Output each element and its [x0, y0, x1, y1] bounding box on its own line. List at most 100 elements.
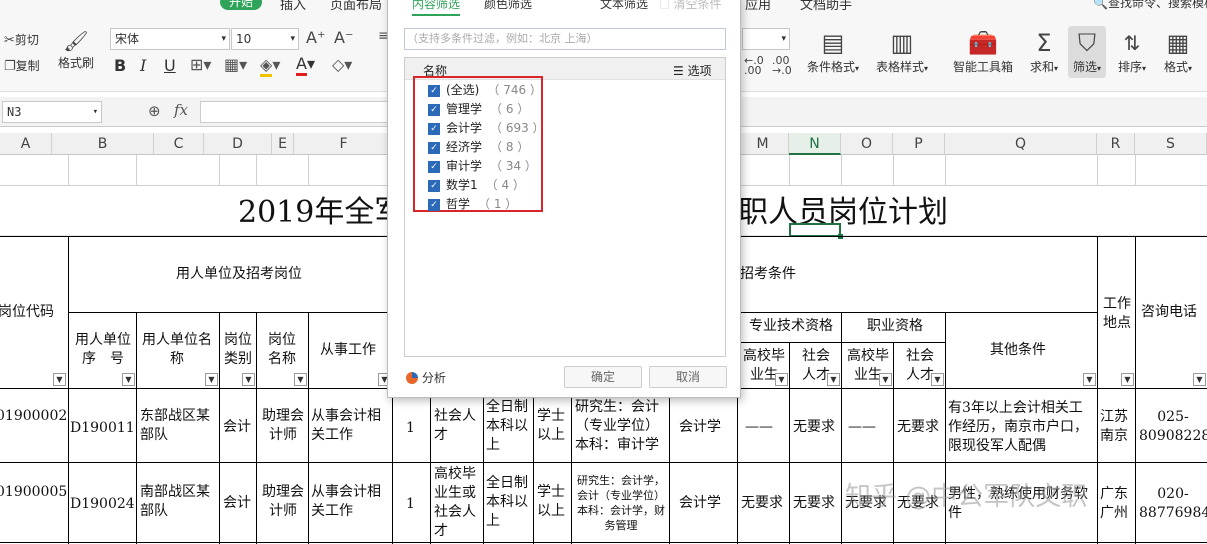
column-header-p[interactable]: P: [893, 133, 945, 155]
column-header-b[interactable]: B: [52, 133, 154, 155]
cancel-button[interactable]: 取消: [649, 366, 727, 388]
filter-dropdown-e[interactable]: ▼: [294, 373, 307, 386]
format-painter-button[interactable]: 🖌 格式刷: [56, 28, 96, 71]
filter-dropdown-p[interactable]: ▼: [931, 373, 944, 386]
cell-edu[interactable]: 全日制本科以上: [486, 474, 532, 531]
font-color-icon[interactable]: A▾: [296, 54, 315, 76]
column-header-c[interactable]: C: [154, 133, 204, 155]
options-button[interactable]: ☰ 选项: [673, 62, 712, 79]
tab-content-filter[interactable]: 内容筛选: [412, 0, 461, 16]
format-button[interactable]: ▦ 格式▾: [1158, 28, 1198, 75]
cell-num[interactable]: 1: [406, 495, 415, 514]
column-header-d[interactable]: D: [204, 133, 272, 155]
sort-button[interactable]: ⇅ 排序▾: [1114, 28, 1150, 75]
cell-degree[interactable]: 学士以上: [537, 483, 569, 521]
conditional-format-button[interactable]: ▤ 条件格式▾: [804, 28, 862, 75]
decrease-font-icon[interactable]: A⁻: [334, 28, 353, 47]
tab-page-layout[interactable]: 页面布局: [330, 0, 382, 13]
filter-dropdown-c[interactable]: ▼: [205, 373, 218, 386]
formula-input[interactable]: [200, 101, 400, 123]
ok-button[interactable]: 确定: [564, 366, 642, 388]
column-header-e[interactable]: E: [272, 133, 294, 155]
zoom-icon[interactable]: ⊕: [148, 102, 161, 120]
cell-major-cat[interactable]: 会计学: [679, 418, 721, 437]
cell-o[interactable]: ——: [848, 418, 876, 437]
decrease-decimal-icon[interactable]: .00 →.0: [772, 55, 792, 76]
cell-major[interactable]: 研究生：会计（专业学位）本科：审计学: [575, 398, 667, 455]
fx-icon[interactable]: fx: [174, 101, 188, 119]
column-header-q[interactable]: Q: [945, 133, 1097, 155]
cell-post[interactable]: 助理会计师: [260, 407, 306, 445]
filter-dropdown-n[interactable]: ▼: [827, 373, 840, 386]
table-style-button[interactable]: ▥ 表格样式▾: [872, 28, 932, 75]
filter-dropdown-m[interactable]: ▼: [775, 373, 788, 386]
tab-color-filter[interactable]: 颜色筛选: [484, 0, 532, 12]
increase-font-icon[interactable]: A⁺: [306, 28, 325, 47]
cell-p[interactable]: 无要求: [897, 418, 939, 437]
tab-insert[interactable]: 插入: [280, 0, 306, 13]
filter-item[interactable]: ✓ 管理学（ 6 ）: [428, 100, 529, 119]
filter-item[interactable]: ✓ 哲学（ 1 ）: [428, 195, 517, 214]
cell-work[interactable]: 从事会计相关工作: [311, 407, 391, 445]
cell-m[interactable]: ——: [745, 418, 773, 437]
tab-home[interactable]: 开始: [220, 0, 262, 10]
cell-type[interactable]: 会计: [223, 494, 251, 513]
cell-code[interactable]: 019000021: [0, 407, 68, 426]
cell-phone[interactable]: 020-88776984: [1139, 485, 1207, 523]
filter-dropdown-a[interactable]: ▼: [53, 373, 66, 386]
cell-post[interactable]: 助理会计师: [260, 483, 306, 521]
filter-dropdown-b[interactable]: ▼: [122, 373, 135, 386]
cell-unit-name[interactable]: 南部战区某部队: [140, 483, 218, 521]
increase-decimal-icon[interactable]: ←.0.00: [744, 55, 764, 76]
italic-icon[interactable]: I: [140, 56, 146, 75]
filter-item[interactable]: ✓ 数学1 （ 4 ）: [428, 176, 525, 195]
underline-icon[interactable]: U: [164, 56, 176, 75]
filter-dropdown-q[interactable]: ▼: [1083, 373, 1096, 386]
cell-unit-no[interactable]: D190024: [70, 495, 135, 514]
analysis-button[interactable]: 分析: [406, 369, 446, 386]
tab-doc-assistant[interactable]: 文档助手: [800, 0, 852, 13]
command-search[interactable]: 🔍查找命令、搜索模板: [1093, 0, 1207, 11]
column-header-f[interactable]: F: [294, 133, 394, 155]
filter-dropdown-s[interactable]: ▼: [1193, 373, 1206, 386]
cell-work[interactable]: 从事会计相关工作: [311, 483, 391, 521]
cell-major[interactable]: 研究生：会计学，会计（专业学位）本科：会计学，财务管理: [575, 473, 667, 533]
copy-button[interactable]: ❐复制: [4, 57, 40, 74]
filter-item[interactable]: ✓ 经济学（ 8 ）: [428, 138, 529, 157]
cell-n[interactable]: 无要求: [793, 494, 835, 513]
tab-apps[interactable]: 应用: [745, 0, 771, 13]
cell-degree[interactable]: 学士以上: [537, 407, 569, 445]
cell-phone[interactable]: 025-80908228: [1139, 408, 1207, 446]
column-header-n[interactable]: N: [789, 133, 841, 155]
clear-conditions-button[interactable]: 🗋 清空条件: [660, 0, 722, 16]
column-header-a[interactable]: A: [0, 133, 52, 155]
active-cell-n3[interactable]: [789, 223, 841, 237]
column-header-o[interactable]: O: [841, 133, 893, 155]
cell-major-cat[interactable]: 会计学: [679, 494, 721, 513]
cell-m[interactable]: 无要求: [741, 494, 783, 513]
cell-n[interactable]: 无要求: [793, 418, 835, 437]
filter-item[interactable]: ✓ 审计学（ 34 ）: [428, 157, 537, 176]
cell-edu[interactable]: 全日制本科以上: [486, 398, 532, 455]
column-header-m[interactable]: M: [737, 133, 789, 155]
filter-button[interactable]: ⛉ 筛选▾: [1068, 26, 1106, 78]
filter-dropdown-r[interactable]: ▼: [1121, 373, 1134, 386]
filter-item-select-all[interactable]: ✓ (全选) （ 746 ）: [428, 81, 542, 100]
font-size-select[interactable]: 10 ▾: [231, 28, 299, 50]
filter-dropdown-d[interactable]: ▼: [242, 373, 255, 386]
cell-unit-no[interactable]: D190011: [70, 419, 135, 438]
smart-toolbox-button[interactable]: 🧰 智能工具箱: [952, 28, 1014, 75]
bold-icon[interactable]: B: [114, 56, 126, 75]
number-format-select[interactable]: ▾: [742, 28, 790, 50]
cell-num[interactable]: 1: [406, 419, 415, 438]
cell-fill-icon[interactable]: ▦▾: [224, 55, 247, 74]
text-filter-button[interactable]: 文本筛选: [600, 0, 648, 12]
column-header-s[interactable]: S: [1135, 133, 1207, 155]
border-icon[interactable]: ⊞▾: [190, 55, 211, 74]
font-name-select[interactable]: 宋体 ▾: [110, 28, 230, 50]
sum-button[interactable]: Σ 求和▾: [1026, 28, 1062, 75]
cell-location[interactable]: 江苏南京: [1100, 408, 1134, 446]
cut-button[interactable]: ✂剪切: [4, 31, 39, 48]
filter-search-input[interactable]: （支持多条件过滤，例如：北京 上海）: [404, 28, 726, 50]
filter-dropdown-o[interactable]: ▼: [879, 373, 892, 386]
